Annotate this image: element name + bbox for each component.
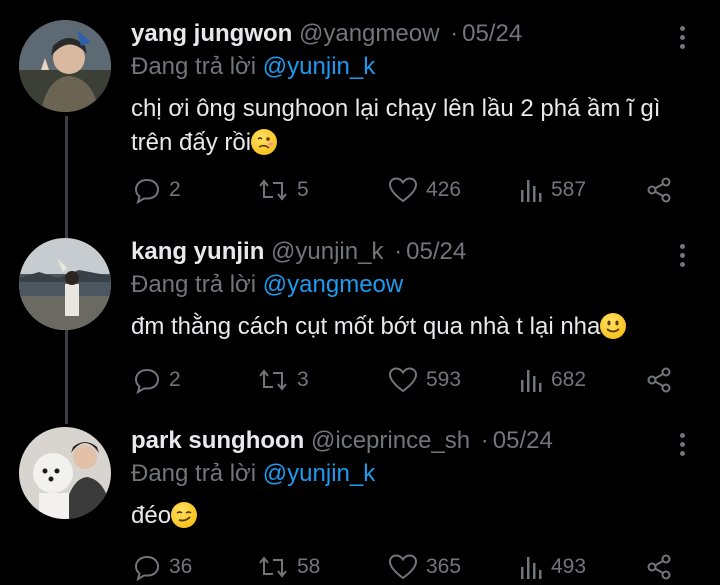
views-icon xyxy=(521,180,542,202)
views-icon xyxy=(521,370,542,392)
views-count: 682 xyxy=(551,368,587,391)
smiling-face-emoji-icon xyxy=(600,313,627,339)
tweet-body: chị ơi ông sunghoon lại chạy lên lầu 2 p… xyxy=(131,95,661,156)
more-options-icon[interactable] xyxy=(672,431,692,459)
reply-count: 2 xyxy=(169,178,181,201)
user-handle[interactable]: @yunjin_k xyxy=(271,238,383,265)
more-options-icon[interactable] xyxy=(672,242,692,270)
retweet-button[interactable]: 5 xyxy=(257,175,309,205)
mention-link[interactable]: @yangmeow xyxy=(263,271,403,298)
heart-icon xyxy=(388,554,418,580)
replying-to-line: Đang trả lời @yunjin_k xyxy=(131,460,375,488)
avatar[interactable] xyxy=(19,427,111,519)
share-button[interactable] xyxy=(645,365,673,395)
like-button[interactable]: 593 xyxy=(388,365,461,395)
user-handle[interactable]: @iceprince_sh xyxy=(311,427,470,454)
like-button[interactable]: 365 xyxy=(388,552,461,582)
more-options-icon[interactable] xyxy=(672,24,692,52)
views-count: 493 xyxy=(551,555,587,578)
like-count: 593 xyxy=(426,368,462,391)
tweet-date[interactable]: 05/24 xyxy=(493,427,553,454)
retweet-button[interactable]: 3 xyxy=(257,365,309,395)
tweet-body: đéo xyxy=(131,502,172,529)
share-button[interactable] xyxy=(645,175,673,205)
user-handle[interactable]: @yangmeow xyxy=(299,20,439,47)
views-button[interactable]: 493 xyxy=(519,552,586,582)
share-icon xyxy=(647,554,671,580)
tweet-header: kang yunjin @yunjin_k · 05/24 xyxy=(131,238,466,266)
tweet[interactable]: kang yunjin @yunjin_k · 05/24 Đang trả lờ… xyxy=(0,238,720,408)
replying-label: Đang trả lời xyxy=(131,460,257,487)
retweet-count: 58 xyxy=(297,555,321,578)
reply-icon xyxy=(134,368,160,394)
tweet-actions: 36 58 365 493 xyxy=(133,552,693,582)
tweet-header: yang jungwon @yangmeow · 05/24 xyxy=(131,20,522,48)
avatar[interactable] xyxy=(19,238,111,330)
views-button[interactable]: 587 xyxy=(519,175,586,205)
retweet-button[interactable]: 58 xyxy=(257,552,320,582)
reply-count: 2 xyxy=(169,368,181,391)
like-button[interactable]: 426 xyxy=(388,175,461,205)
reply-count: 36 xyxy=(169,555,193,578)
avatar[interactable] xyxy=(19,20,111,112)
heart-icon xyxy=(388,177,418,203)
replying-to-line: Đang trả lời @yunjin_k xyxy=(131,53,375,81)
mention-link[interactable]: @yunjin_k xyxy=(263,460,375,487)
tweet-body: đm thằng cách cụt mốt bớt qua nhà t lại … xyxy=(131,313,601,340)
reply-button[interactable]: 2 xyxy=(133,175,181,205)
share-icon xyxy=(647,367,671,393)
reply-button[interactable]: 36 xyxy=(133,552,192,582)
display-name[interactable]: park sunghoon xyxy=(131,427,304,454)
views-count: 587 xyxy=(551,178,587,201)
share-button[interactable] xyxy=(645,552,673,582)
smirking-face-emoji-icon xyxy=(171,502,198,528)
replying-label: Đang trả lời xyxy=(131,271,257,298)
tweet-text: chị ơi ông sunghoon lại chạy lên lầu 2 p… xyxy=(131,92,691,160)
separator: · xyxy=(480,427,489,454)
tweet[interactable]: park sunghoon @iceprince_sh · 05/24 Đang … xyxy=(0,427,720,585)
like-count: 365 xyxy=(426,555,462,578)
display-name[interactable]: yang jungwon xyxy=(131,20,292,47)
like-count: 426 xyxy=(426,178,462,201)
share-icon xyxy=(647,177,671,203)
tweet-text: đéo xyxy=(131,499,691,533)
separator: · xyxy=(394,238,403,265)
tweet[interactable]: yang jungwon @yangmeow · 05/24 Đang trả l… xyxy=(0,20,720,220)
display-name[interactable]: kang yunjin xyxy=(131,238,264,265)
views-button[interactable]: 682 xyxy=(519,365,586,395)
woozy-face-emoji-icon xyxy=(251,129,278,155)
tweet-date[interactable]: 05/24 xyxy=(406,238,466,265)
tweet-actions: 2 5 426 587 xyxy=(133,175,693,205)
separator: · xyxy=(450,20,459,47)
retweet-icon xyxy=(259,556,287,578)
replying-label: Đang trả lời xyxy=(131,53,257,80)
heart-icon xyxy=(388,367,418,393)
tweet-actions: 2 3 593 682 xyxy=(133,365,693,395)
reply-button[interactable]: 2 xyxy=(133,365,181,395)
reply-icon xyxy=(134,178,160,204)
retweet-icon xyxy=(259,369,287,391)
retweet-count: 3 xyxy=(297,368,309,391)
retweet-icon xyxy=(259,179,287,201)
tweet-date[interactable]: 05/24 xyxy=(462,20,522,47)
mention-link[interactable]: @yunjin_k xyxy=(263,53,375,80)
replying-to-line: Đang trả lời @yangmeow xyxy=(131,271,403,299)
retweet-count: 5 xyxy=(297,178,309,201)
tweet-text: đm thằng cách cụt mốt bớt qua nhà t lại … xyxy=(131,310,691,344)
reply-icon xyxy=(134,555,160,581)
views-icon xyxy=(521,557,542,579)
tweet-header: park sunghoon @iceprince_sh · 05/24 xyxy=(131,427,553,455)
